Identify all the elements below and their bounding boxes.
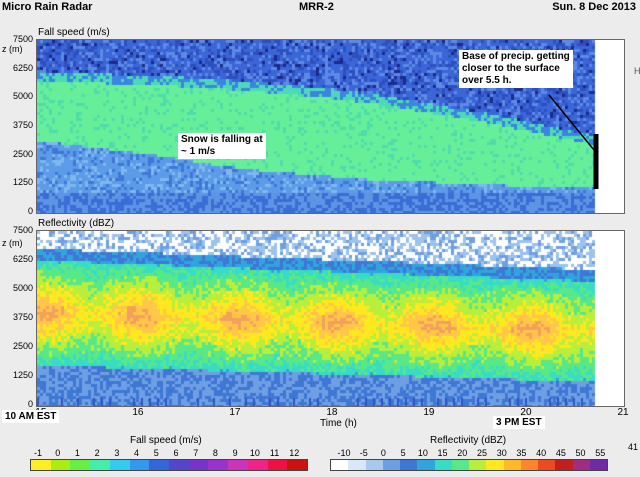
fall-speed-colorbar-tick: 1 (74, 448, 80, 458)
reflectivity-colorbar-swatch (555, 460, 573, 470)
reflectivity-colorbar-swatch (538, 460, 556, 470)
fall-speed-colorbar-tick: 6 (173, 448, 179, 458)
fall-speed-colorbar-title: Fall speed (m/s) (130, 435, 202, 446)
reflectivity-colorbar (330, 459, 608, 471)
reflectivity-colorbar-swatch (469, 460, 487, 470)
reflectivity-colorbar-tick: -10 (337, 448, 351, 458)
fall-speed-colorbar-swatch (228, 460, 248, 470)
reflectivity-ytick: 2500 (12, 341, 33, 351)
fall-speed-colorbar-swatch (31, 460, 51, 470)
reflectivity-colorbar-swatch (486, 460, 504, 470)
fall-speed-colorbar-tick: 12 (289, 448, 300, 458)
reflectivity-colorbar-swatch (382, 460, 400, 470)
reflectivity-colorbar-swatch (589, 460, 607, 470)
reflectivity-colorbar-ticks: -10 -5 0 5 10 15 20 25 30 35 40 45 50 55 (337, 448, 608, 458)
reflectivity-colorbar-swatch (348, 460, 366, 470)
reflectivity-colorbar-swatch (451, 460, 469, 470)
time-axis-label: Time (h) (320, 418, 357, 429)
reflectivity-colorbar-tick: 55 (595, 448, 606, 458)
reflectivity-colorbar-tick: 0 (380, 448, 386, 458)
fall-speed-colorbar-tick: 9 (232, 448, 238, 458)
reflectivity-colorbar-tick: 35 (516, 448, 527, 458)
time-tick: 18 (326, 407, 338, 418)
reflectivity-ytick: 7500 (12, 225, 33, 235)
reflectivity-frame (36, 230, 625, 407)
reflectivity-ytick: 6250 (12, 254, 33, 264)
reflectivity-colorbar-swatch (400, 460, 418, 470)
reflectivity-colorbar-tick: 50 (575, 448, 586, 458)
fall-speed-colorbar-swatch (149, 460, 170, 470)
fall-speed-colorbar (30, 459, 308, 471)
fall-speed-colorbar-swatch (208, 460, 229, 470)
time-tick: 17 (229, 407, 241, 418)
reflectivity-ytick: 1250 (12, 370, 33, 380)
reflectivity-colorbar-tick: 25 (476, 448, 488, 458)
fall-speed-colorbar-tick: 2 (94, 448, 100, 458)
reflectivity-colorbar-tick: -5 (359, 448, 368, 458)
reflectivity-ytick: 3750 (12, 312, 33, 322)
reflectivity-ytick: 5000 (12, 283, 33, 293)
fall-speed-colorbar-swatch (50, 460, 71, 470)
fall-speed-colorbar-tick: 0 (55, 448, 61, 458)
reflectivity-colorbar-swatch (331, 460, 349, 470)
fall-speed-colorbar-tick: 8 (212, 448, 218, 458)
fall-speed-colorbar-swatch (90, 460, 110, 470)
fall-speed-colorbar-tick: 5 (153, 448, 159, 458)
fall-speed-colorbar-tick: 10 (249, 448, 260, 458)
reflectivity-heatmap (37, 231, 624, 406)
reflectivity-colorbar-tick: 30 (496, 448, 507, 458)
time-tick: 19 (423, 407, 435, 418)
reflectivity-colorbar-swatch (572, 460, 590, 470)
fall-speed-colorbar-swatch (169, 460, 189, 470)
reflectivity-colorbar-title: Reflectivity (dBZ) (430, 435, 507, 446)
reflectivity-colorbar-swatch (520, 460, 538, 470)
reflectivity-colorbar-swatch (434, 460, 452, 470)
reflectivity-colorbar-tick: 45 (555, 448, 566, 458)
fall-speed-colorbar-swatch (109, 460, 130, 470)
fall-speed-colorbar-tick: 11 (269, 448, 280, 458)
reflectivity-colorbar-tick: 15 (437, 448, 448, 458)
fall-speed-colorbar-tick: 4 (134, 448, 140, 458)
time-tick: 21 (617, 407, 629, 418)
fall-speed-colorbar-swatch (70, 460, 91, 470)
annotation-line (548, 94, 595, 151)
reflectivity-colorbar-swatch (365, 460, 383, 470)
fall-speed-colorbar-tick: 3 (114, 448, 120, 458)
fall-speed-colorbar-swatch (188, 460, 209, 470)
reflectivity-colorbar-tick: 40 (536, 448, 547, 458)
time-tick: 16 (132, 407, 144, 418)
fall-speed-colorbar-ticks: -1 0 1 2 3 4 5 6 7 8 9 10 11 12 (32, 448, 308, 458)
reflectivity-colorbar-swatch (417, 460, 435, 470)
fall-speed-colorbar-swatch (267, 460, 288, 470)
fall-speed-colorbar-swatch (129, 460, 150, 470)
fall-speed-colorbar-swatch (247, 460, 268, 470)
fall-speed-colorbar-tick: 7 (193, 448, 199, 458)
reflectivity-ytick: 0 (27, 399, 33, 409)
end-time-label: 3 PM EST (493, 416, 545, 429)
corner-label: 41 (628, 442, 639, 452)
reflectivity-zlabel: z (m) (2, 238, 23, 248)
reflectivity-colorbar-tick: 5 (400, 448, 406, 458)
reflectivity-colorbar-tick: 10 (417, 448, 428, 458)
reflectivity-title: Reflectivity (dBZ) (38, 218, 115, 229)
reflectivity-colorbar-tick: 20 (457, 448, 468, 458)
reflectivity-colorbar-swatch (503, 460, 521, 470)
start-time-label: 10 AM EST (2, 410, 60, 423)
fall-speed-colorbar-swatch (287, 460, 308, 470)
fall-speed-colorbar-tick: -1 (33, 448, 43, 458)
